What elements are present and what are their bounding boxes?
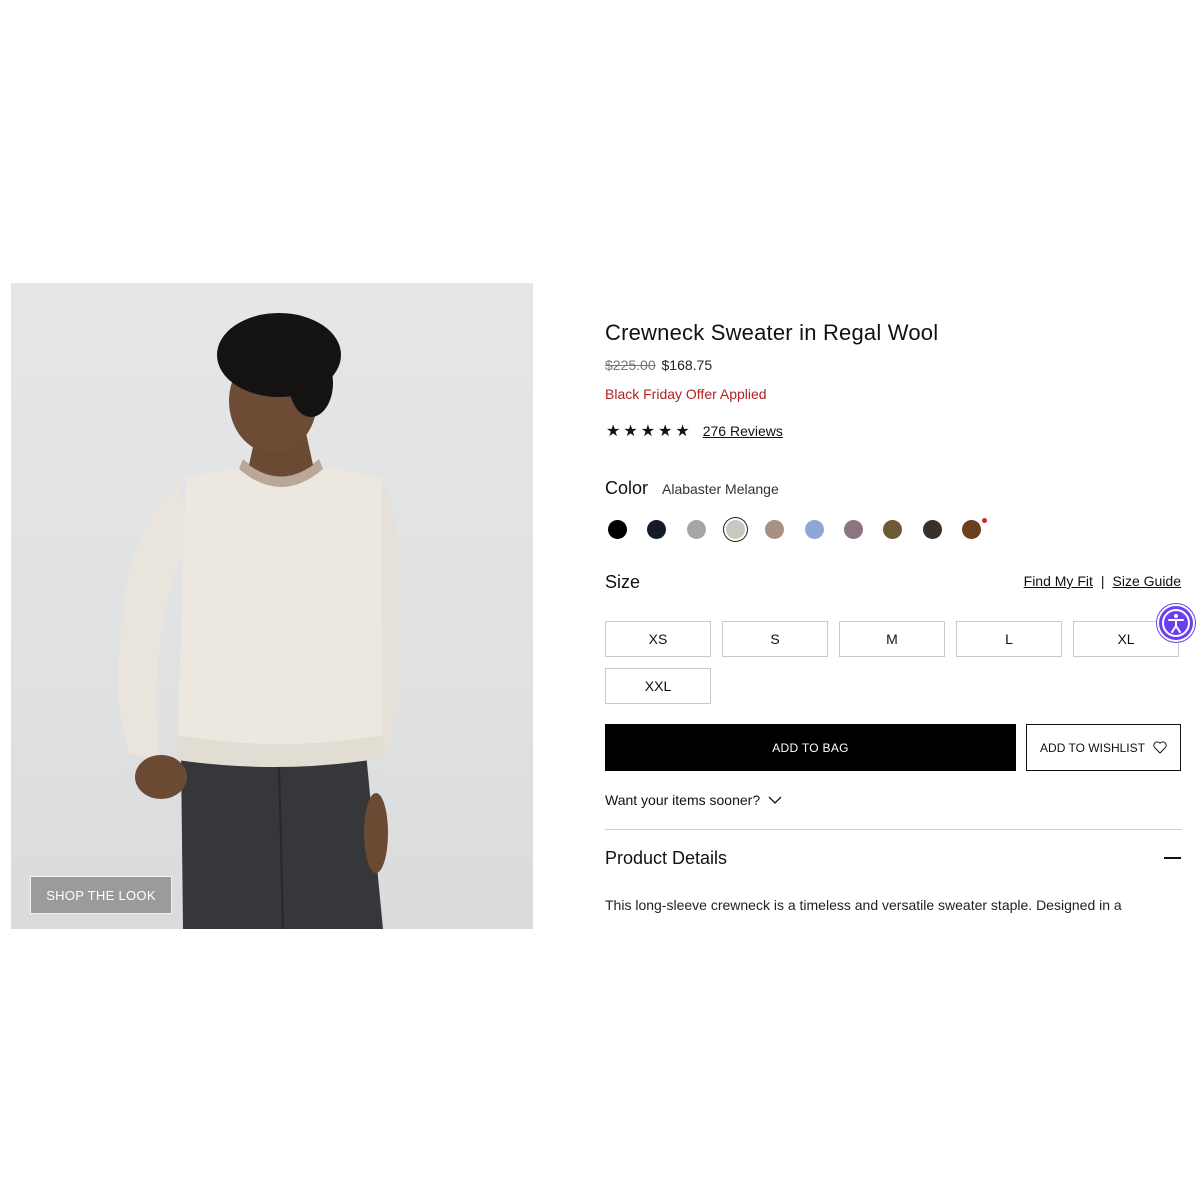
color-swatch[interactable] (765, 520, 784, 539)
new-badge-dot (982, 518, 987, 523)
reviews-link[interactable]: 276 Reviews (703, 423, 783, 439)
accessibility-button[interactable] (1157, 604, 1195, 642)
accessibility-icon (1162, 609, 1190, 637)
size-option-l[interactable]: L (956, 621, 1062, 657)
add-to-wishlist-button[interactable]: ADD TO WISHLIST (1026, 724, 1181, 771)
original-price: $225.00 (605, 357, 656, 373)
size-option-xs[interactable]: XS (605, 621, 711, 657)
star-rating-icon: ★★★★★ (606, 423, 693, 440)
sale-price: $168.75 (661, 357, 713, 373)
product-details-text: This long-sleeve crewneck is a timeless … (605, 897, 1122, 913)
size-option-m[interactable]: M (839, 621, 945, 657)
color-swatch[interactable] (923, 520, 942, 539)
color-swatches (606, 518, 1006, 542)
collapse-minus-icon[interactable] (1164, 857, 1181, 859)
product-details-title: Product Details (605, 848, 728, 868)
color-label: Color (605, 478, 649, 498)
color-swatch[interactable] (883, 520, 902, 539)
size-option-xxl[interactable]: XXL (605, 668, 711, 704)
price-row: $225.00 $168.75 (605, 357, 712, 373)
selected-color-name: Alabaster Melange (662, 481, 779, 497)
divider (605, 829, 1182, 830)
delivery-prompt: Want your items sooner? (605, 792, 761, 808)
rating-row: ★★★★★ 276 Reviews (606, 421, 783, 441)
add-to-wishlist-label: ADD TO WISHLIST (1040, 740, 1145, 755)
delivery-options-toggle[interactable]: Want your items sooner? (605, 792, 782, 808)
offer-text: Black Friday Offer Applied (605, 386, 767, 402)
add-to-bag-button[interactable]: ADD TO BAG (605, 724, 1016, 771)
color-swatch[interactable] (962, 520, 981, 539)
chevron-down-icon (768, 796, 782, 804)
color-swatch[interactable] (726, 520, 745, 539)
product-image[interactable] (11, 283, 533, 929)
color-swatch[interactable] (647, 520, 666, 539)
color-swatch[interactable] (844, 520, 863, 539)
color-swatch[interactable] (687, 520, 706, 539)
size-option-s[interactable]: S (722, 621, 828, 657)
color-swatch[interactable] (608, 520, 627, 539)
color-swatch[interactable] (805, 520, 824, 539)
size-links: Find My Fit | Size Guide (1024, 573, 1181, 589)
find-my-fit-link[interactable]: Find My Fit (1024, 573, 1093, 589)
size-label: Size (605, 572, 641, 592)
size-link-separator: | (1100, 573, 1105, 589)
heart-icon (1153, 741, 1167, 754)
shop-the-look-button[interactable]: SHOP THE LOOK (30, 876, 172, 914)
size-guide-link[interactable]: Size Guide (1113, 573, 1181, 589)
model-illustration (118, 313, 402, 929)
product-title: Crewneck Sweater in Regal Wool (605, 320, 939, 345)
